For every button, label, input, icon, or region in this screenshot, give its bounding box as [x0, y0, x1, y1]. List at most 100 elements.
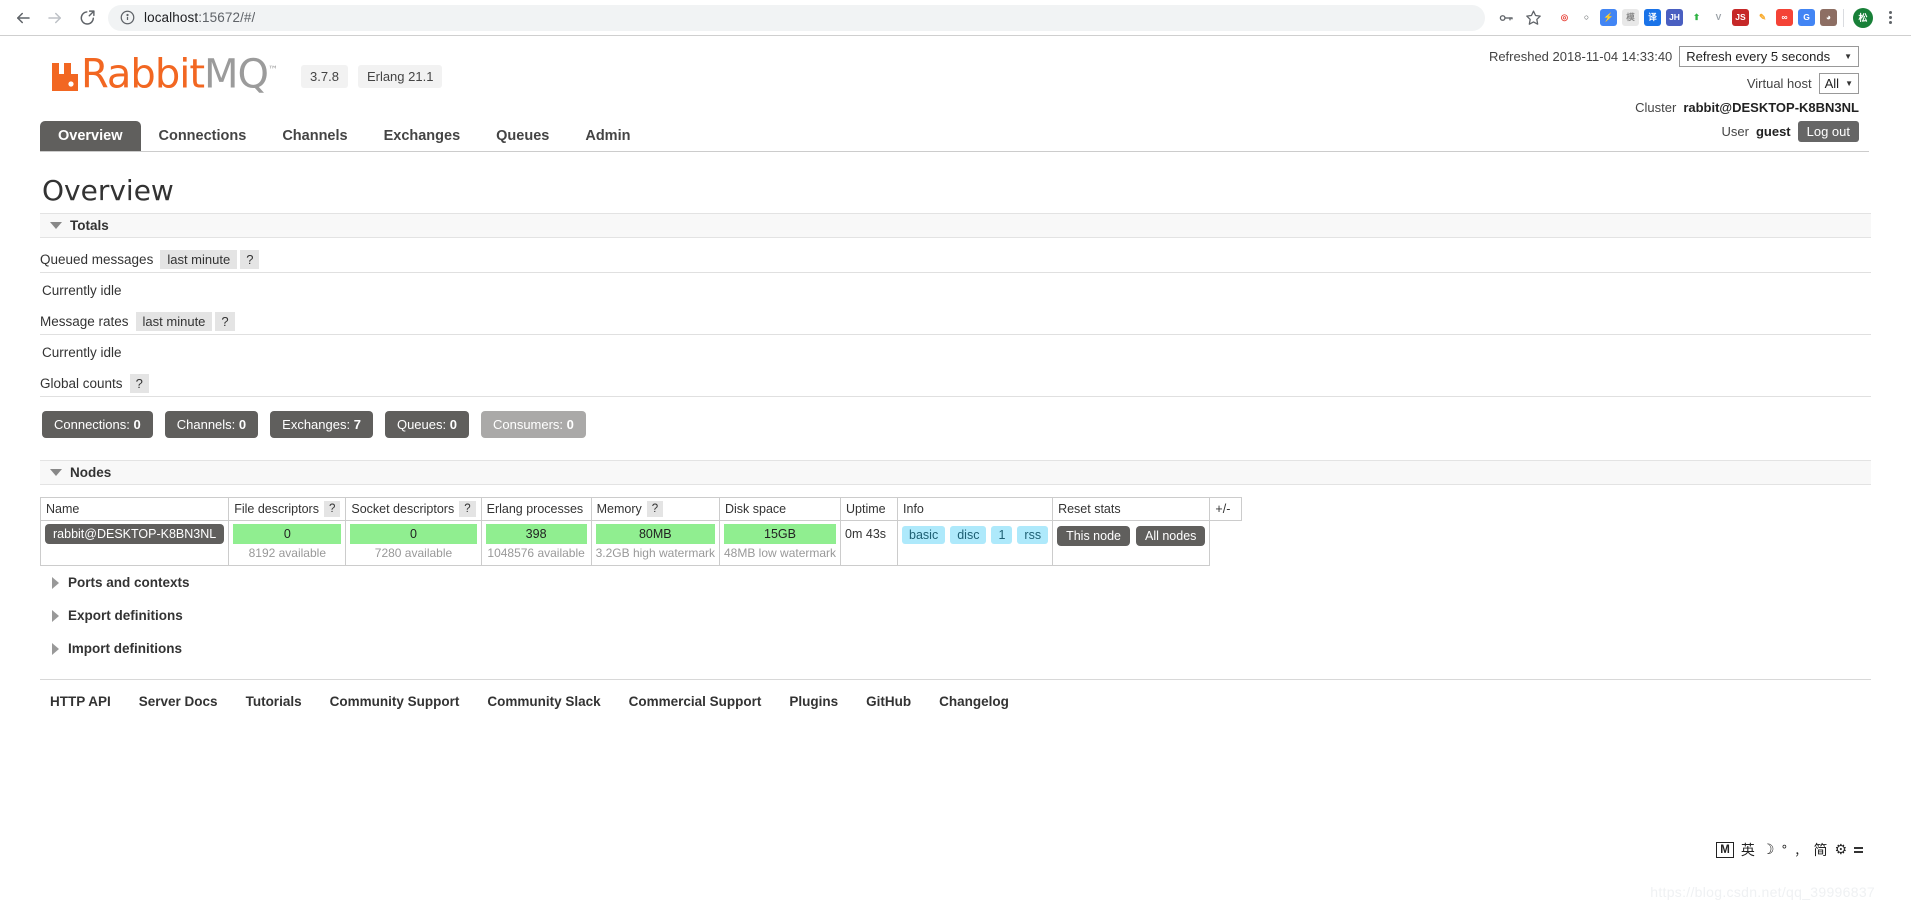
bookmark-star-icon[interactable] [1520, 5, 1546, 31]
column-header-reset-stats[interactable]: Reset stats [1052, 497, 1211, 521]
footer-link-changelog[interactable]: Changelog [939, 694, 1009, 709]
ime-simplified-toggle[interactable]: 简 [1813, 840, 1827, 860]
section-import-definitions[interactable]: Import definitions [40, 632, 1871, 665]
section-export-definitions[interactable]: Export definitions [40, 599, 1871, 632]
jh-extension[interactable]: JH [1666, 9, 1683, 26]
nodes-table-wrap: Name File descriptors? Socket descriptors?… [39, 497, 1871, 566]
nodes-section-header[interactable]: Nodes [40, 460, 1871, 485]
refresh-interval-select[interactable]: Refresh every 5 seconds ▼ [1679, 46, 1859, 67]
vhost-label: Virtual host [1746, 76, 1812, 91]
queued-messages-help-icon[interactable]: ? [240, 250, 260, 269]
column-header-name[interactable]: Name [39, 497, 230, 521]
logo-mq-text: MQ [204, 51, 269, 98]
page-title: Overview [42, 174, 174, 207]
rabbitmq-logo[interactable]: RabbitMQ™ 3.7.8 Erlang 21.1 [52, 54, 443, 94]
green-arrow-extension[interactable]: ⬆ [1688, 9, 1705, 26]
count-value: 0 [566, 417, 574, 432]
column-toggle-cell [1209, 520, 1242, 566]
global-counts-help-icon[interactable]: ? [129, 374, 149, 393]
shield-extension[interactable]: ○ [1578, 9, 1595, 26]
browser-toolbar: localhost:15672/#/ ◎ ○ ⚡ 模译 JH ⬆ V JS ✎ ∞ G ◕ 松 [0, 0, 1911, 36]
reset-stats-this-node-button[interactable]: This node [1057, 526, 1130, 546]
file-descriptors-value: 0 [233, 524, 342, 544]
footer-link-commercial-support[interactable]: Commercial Support [629, 694, 762, 709]
footer-link-server-docs[interactable]: Server Docs [139, 694, 218, 709]
footer-link-community-support[interactable]: Community Support [330, 694, 460, 709]
section-ports-and-contexts[interactable]: Ports and contexts [40, 566, 1871, 599]
vimium-extension[interactable]: V [1710, 9, 1727, 26]
count-badge-consumers[interactable]: Consumers: 0 [480, 411, 586, 438]
column-header-socket-descriptors[interactable]: Socket descriptors? [345, 497, 482, 521]
message-rates-help-icon[interactable]: ? [215, 312, 235, 331]
user-photo-extension[interactable]: ◕ [1820, 9, 1837, 26]
help-icon[interactable]: ? [459, 501, 476, 517]
queued-messages-period[interactable]: last minute [160, 250, 238, 269]
tab-overview[interactable]: Overview [40, 121, 141, 151]
footer-link-http-api[interactable]: HTTP API [50, 694, 111, 709]
translate-cn-extension[interactable]: 译 [1644, 9, 1661, 26]
ime-moon-icon[interactable]: ☽ [1762, 842, 1775, 858]
ime-settings-gear-icon[interactable]: ⚙ [1834, 842, 1847, 858]
infinity-extension[interactable]: ∞ [1776, 9, 1793, 26]
profile-avatar[interactable]: 松 [1850, 5, 1876, 31]
password-key-icon[interactable] [1493, 5, 1519, 31]
count-badge-channels[interactable]: Channels: 0 [164, 411, 259, 438]
reload-icon[interactable] [72, 3, 102, 33]
column-header-file-descriptors[interactable]: File descriptors? [228, 497, 347, 521]
cluster-name: rabbit@DESKTOP-K8BN3NL [1683, 100, 1859, 115]
info-badge-rss[interactable]: rss [1017, 526, 1049, 544]
site-info-icon[interactable] [120, 10, 135, 25]
file-descriptors-note: 8192 available [248, 546, 326, 560]
adblock-extension[interactable]: ◎ [1556, 9, 1573, 26]
info-badge-disc[interactable]: disc [950, 526, 987, 544]
tab-admin[interactable]: Admin [567, 121, 648, 151]
ime-comma-icon[interactable]: ， [1794, 842, 1806, 859]
js-extension[interactable]: JS [1732, 9, 1749, 26]
ime-mode-indicator[interactable]: M [1716, 842, 1734, 858]
help-icon[interactable]: ? [646, 501, 664, 517]
tab-exchanges[interactable]: Exchanges [366, 121, 479, 151]
back-arrow-icon[interactable] [8, 3, 38, 33]
count-label: Exchanges: [282, 417, 351, 432]
vhost-value: All [1824, 76, 1840, 91]
node-name-cell: rabbit@DESKTOP-K8BN3NL [39, 520, 230, 566]
node-name-link[interactable]: rabbit@DESKTOP-K8BN3NL [45, 524, 225, 544]
column-header-uptime[interactable]: Uptime [840, 497, 899, 521]
info-badge-1[interactable]: 1 [991, 526, 1013, 544]
footer-link-github[interactable]: GitHub [866, 694, 911, 709]
browser-menu-icon[interactable] [1877, 5, 1903, 31]
grayscale-extension[interactable]: 模 [1622, 9, 1639, 26]
reset-stats-all-nodes-button[interactable]: All nodes [1135, 526, 1206, 546]
help-icon[interactable]: ? [323, 501, 341, 517]
forward-arrow-icon[interactable] [40, 3, 70, 33]
address-bar[interactable]: localhost:15672/#/ [108, 4, 1485, 31]
ime-language-toggle[interactable]: 英 [1741, 840, 1755, 860]
vhost-select[interactable]: All ▼ [1818, 73, 1859, 94]
footer-link-community-slack[interactable]: Community Slack [487, 694, 600, 709]
memory-note: 3.2GB high watermark [595, 546, 715, 560]
google-translate-extension[interactable]: G [1798, 9, 1815, 26]
column-header-disk-space[interactable]: Disk space [718, 497, 842, 521]
tab-queues[interactable]: Queues [478, 121, 567, 151]
column-header-info[interactable]: Info [897, 497, 1054, 521]
column-header-memory[interactable]: Memory? [590, 497, 721, 521]
ime-degree-icon[interactable]: ° [1781, 843, 1787, 857]
column-toggle-button[interactable]: +/- [1209, 497, 1243, 521]
lightning-extension[interactable]: ⚡ [1600, 9, 1617, 26]
tab-connections[interactable]: Connections [141, 121, 265, 151]
footer-link-tutorials[interactable]: Tutorials [246, 694, 302, 709]
column-header-label: Erlang processes [486, 502, 584, 516]
rabbitmq-page: RabbitMQ™ 3.7.8 Erlang 21.1 Refreshed 20… [0, 36, 1911, 908]
drag-handle-icon[interactable] [1854, 847, 1863, 853]
count-badge-connections[interactable]: Connections: 0 [42, 411, 153, 438]
collapsed-sections: Ports and contexts Export definitions Impo… [40, 566, 1871, 665]
totals-section-header[interactable]: Totals [40, 213, 1871, 238]
footer-link-plugins[interactable]: Plugins [789, 694, 838, 709]
tab-channels[interactable]: Channels [264, 121, 365, 151]
marker-extension[interactable]: ✎ [1754, 9, 1771, 26]
count-badge-exchanges[interactable]: Exchanges: 7 [270, 411, 373, 438]
column-header-erlang-processes[interactable]: Erlang processes [480, 497, 592, 521]
count-badge-queues[interactable]: Queues: 0 [384, 411, 469, 438]
info-badge-basic[interactable]: basic [902, 526, 946, 544]
message-rates-period[interactable]: last minute [135, 312, 213, 331]
